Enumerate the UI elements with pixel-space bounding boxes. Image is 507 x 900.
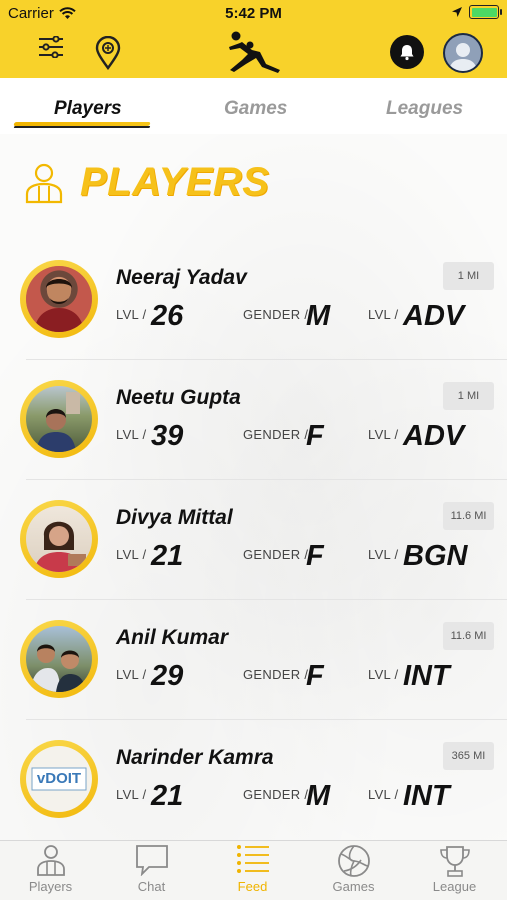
- player-icon: [36, 845, 65, 876]
- skill-value: BGN: [403, 540, 468, 572]
- top-tabs: Players Games Leagues: [0, 78, 507, 134]
- player-avatar[interactable]: [20, 260, 98, 338]
- player-name: Neetu Gupta: [116, 386, 241, 409]
- chat-icon: [135, 845, 168, 876]
- tab-games[interactable]: Games: [224, 98, 287, 120]
- status-time: 5:42 PM: [225, 5, 282, 22]
- skill-label: LVL /: [368, 307, 399, 322]
- profile-avatar[interactable]: [443, 33, 483, 73]
- nav-label: Games: [332, 879, 375, 894]
- distance-badge: 1 MI: [443, 382, 494, 410]
- nav-players[interactable]: Players: [0, 841, 101, 900]
- location-arrow-icon: [452, 7, 462, 17]
- bell-icon: [400, 45, 414, 61]
- user-silhouette-icon: [449, 43, 477, 71]
- volleyball-player-logo: [229, 31, 280, 73]
- nav-games[interactable]: Games: [303, 841, 404, 900]
- list-item[interactable]: vDOIT Narinder Kamra 365 MI LVL / 21 GEN…: [0, 720, 507, 840]
- gender-value: M: [306, 780, 331, 812]
- notifications-button[interactable]: [390, 35, 424, 69]
- avatar-logo-text: vDOIT: [36, 770, 82, 787]
- bottom-tab-bar: Players Chat Feed Games League: [0, 840, 507, 900]
- player-avatar[interactable]: vDOIT: [20, 740, 98, 818]
- tab-players[interactable]: Players: [54, 98, 122, 120]
- status-right: [451, 5, 502, 19]
- player-name: Narinder Kamra: [116, 746, 274, 769]
- section-header: PLAYERS: [24, 160, 269, 205]
- gender-label: GENDER /: [243, 667, 309, 682]
- nav-label: Players: [28, 879, 73, 894]
- player-avatar[interactable]: [20, 620, 98, 698]
- skill-label: LVL /: [368, 667, 399, 682]
- location-pin-icon[interactable]: [95, 36, 121, 70]
- list-item[interactable]: Anil Kumar 11.6 MI LVL / 29 GENDER / F L…: [0, 600, 507, 720]
- nav-feed[interactable]: Feed: [202, 841, 303, 900]
- distance-badge: 11.6 MI: [443, 622, 494, 650]
- section-title: PLAYERS: [80, 160, 270, 204]
- active-tab-indicator-shadow: [13, 126, 151, 128]
- level-value: 29: [151, 660, 184, 692]
- skill-label: LVL /: [368, 547, 399, 562]
- level-label: LVL /: [116, 547, 147, 562]
- skill-value: INT: [403, 660, 450, 692]
- level-value: 26: [151, 300, 184, 332]
- gender-label: GENDER /: [243, 547, 309, 562]
- feed-icon: [236, 845, 269, 873]
- level-label: LVL /: [116, 787, 147, 802]
- level-label: LVL /: [116, 667, 147, 682]
- level-label: LVL /: [116, 307, 147, 322]
- player-name: Neeraj Yadav: [116, 266, 247, 289]
- skill-value: ADV: [403, 300, 465, 332]
- distance-badge: 11.6 MI: [443, 502, 494, 530]
- status-bar: Carrier 5:42 PM: [0, 0, 507, 28]
- skill-label: LVL /: [368, 427, 399, 442]
- tab-leagues[interactable]: Leagues: [386, 98, 463, 120]
- player-name: Anil Kumar: [116, 626, 229, 649]
- gender-value: M: [306, 300, 331, 332]
- player-avatar[interactable]: [20, 500, 98, 578]
- nav-label: Feed: [237, 879, 268, 894]
- list-item[interactable]: Divya Mittal 11.6 MI LVL / 21 GENDER / F…: [0, 480, 507, 600]
- level-label: LVL /: [116, 427, 147, 442]
- skill-value: ADV: [403, 420, 465, 452]
- filter-icon[interactable]: [38, 36, 64, 58]
- gender-label: GENDER /: [243, 787, 309, 802]
- level-value: 21: [151, 780, 184, 812]
- nav-chat[interactable]: Chat: [101, 841, 202, 900]
- skill-value: INT: [403, 780, 450, 812]
- level-value: 39: [151, 420, 184, 452]
- list-item[interactable]: Neetu Gupta 1 MI LVL / 39 GENDER / F LVL…: [0, 360, 507, 480]
- gender-value: F: [306, 540, 324, 572]
- player-avatar[interactable]: [20, 380, 98, 458]
- trophy-icon: [439, 846, 470, 877]
- nav-league[interactable]: League: [404, 841, 505, 900]
- nav-label: League: [432, 879, 477, 894]
- distance-badge: 1 MI: [443, 262, 494, 290]
- app-header: Carrier 5:42 PM: [0, 0, 507, 78]
- player-name: Divya Mittal: [116, 506, 233, 529]
- distance-badge: 365 MI: [443, 742, 494, 770]
- volleyball-icon: [337, 845, 370, 877]
- skill-label: LVL /: [368, 787, 399, 802]
- gender-value: F: [306, 420, 324, 452]
- player-icon: [25, 163, 63, 203]
- gender-label: GENDER /: [243, 307, 309, 322]
- battery-icon: [469, 5, 502, 19]
- gender-label: GENDER /: [243, 427, 309, 442]
- level-value: 21: [151, 540, 184, 572]
- gender-value: F: [306, 660, 324, 692]
- nav-label: Chat: [137, 879, 166, 894]
- list-item[interactable]: Neeraj Yadav 1 MI LVL / 26 GENDER / M LV…: [0, 240, 507, 360]
